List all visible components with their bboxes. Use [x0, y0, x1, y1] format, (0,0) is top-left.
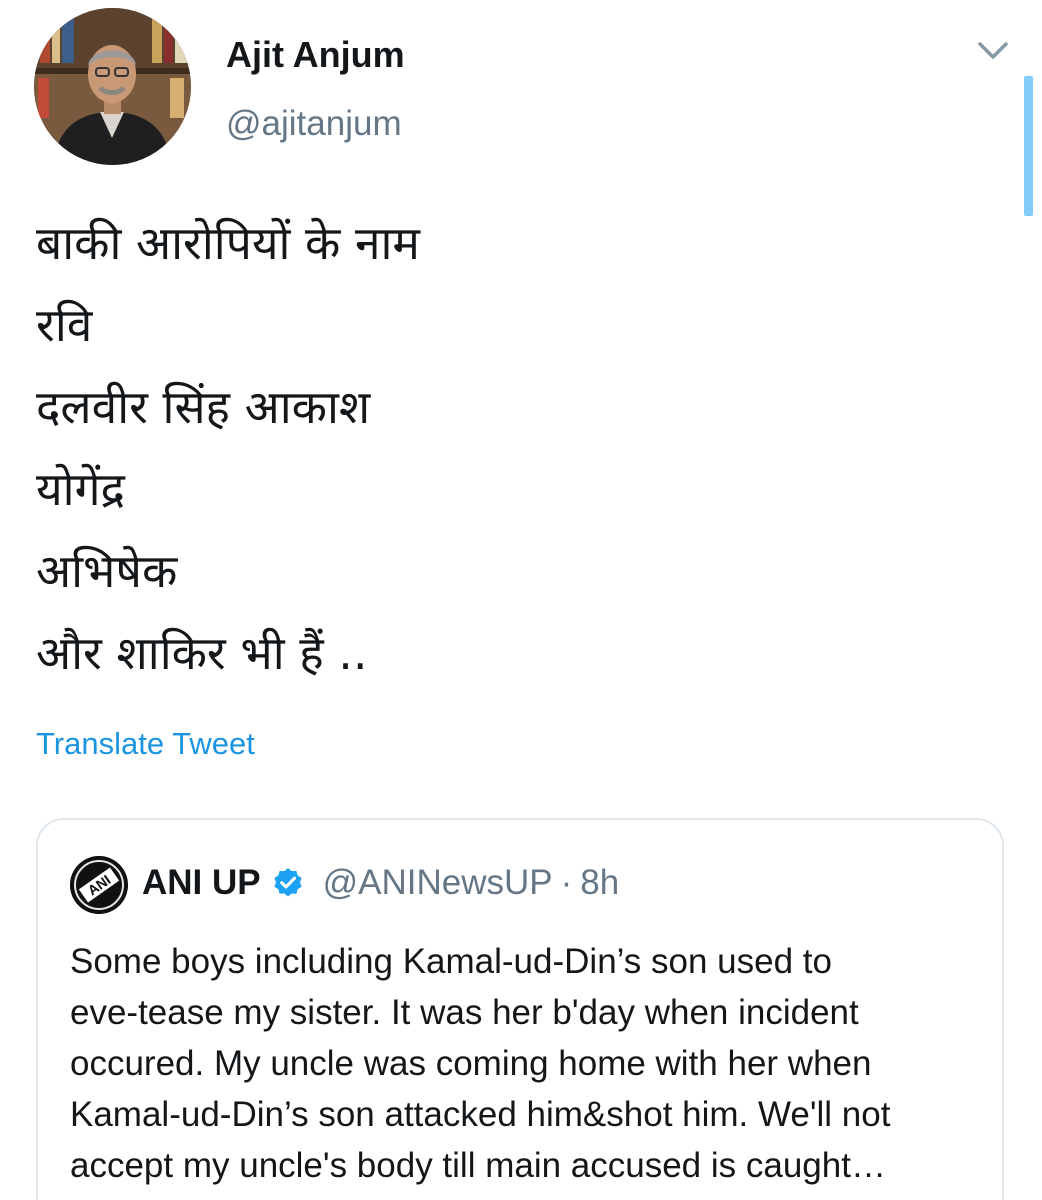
- quoted-text-line: eve-tease my sister. It was her b'day wh…: [70, 993, 859, 1032]
- tweet-line: बाकी आरोपियों के नाम: [36, 216, 420, 270]
- tweet-line: अभिषेक: [36, 544, 178, 598]
- scrollbar[interactable]: [1024, 76, 1033, 216]
- tweet-line: दलवीर सिंह आकाश: [36, 380, 371, 434]
- quoted-avatar[interactable]: ANI: [70, 856, 128, 914]
- tweet-line: रवि: [36, 298, 93, 352]
- verified-badge-icon: [274, 868, 302, 897]
- separator-dot: ·: [560, 863, 573, 902]
- avatar-photo: [34, 8, 191, 165]
- quoted-timestamp[interactable]: 8h: [580, 863, 619, 903]
- quoted-name[interactable]: ANI UP: [142, 863, 261, 903]
- ani-logo-icon: ANI: [70, 856, 128, 914]
- chevron-down-icon[interactable]: [974, 36, 1012, 66]
- quoted-text-line: accept my uncle's body till main accused…: [70, 1146, 886, 1185]
- quoted-text-line: Some boys including Kamal-ud-Din’s son u…: [70, 942, 832, 981]
- author-handle[interactable]: @ajitanjum: [226, 104, 402, 144]
- tweet-text: बाकी आरोपियों के नाम रवि दलवीर सिंह आकाश…: [36, 208, 996, 700]
- tweet-line: और शाकिर भी हैं ..: [36, 626, 368, 680]
- quoted-tweet-card[interactable]: ANI ANI UP @ANINewsUP · 8h Some boys inc…: [36, 818, 1004, 1200]
- translate-tweet-link[interactable]: Translate Tweet: [36, 726, 255, 762]
- quoted-handle[interactable]: @ANINewsUP: [323, 863, 553, 903]
- author-avatar[interactable]: [34, 8, 191, 165]
- quoted-text-line: Kamal-ud-Din’s son attacked him&shot him…: [70, 1095, 891, 1134]
- quoted-header: ANI UP @ANINewsUP · 8h: [142, 858, 619, 908]
- author-name[interactable]: Ajit Anjum: [226, 34, 405, 76]
- quoted-text-line: occured. My uncle was coming home with h…: [70, 1044, 872, 1083]
- tweet-line: योगेंद्र: [36, 462, 125, 516]
- quoted-text: Some boys including Kamal-ud-Din’s son u…: [70, 936, 990, 1191]
